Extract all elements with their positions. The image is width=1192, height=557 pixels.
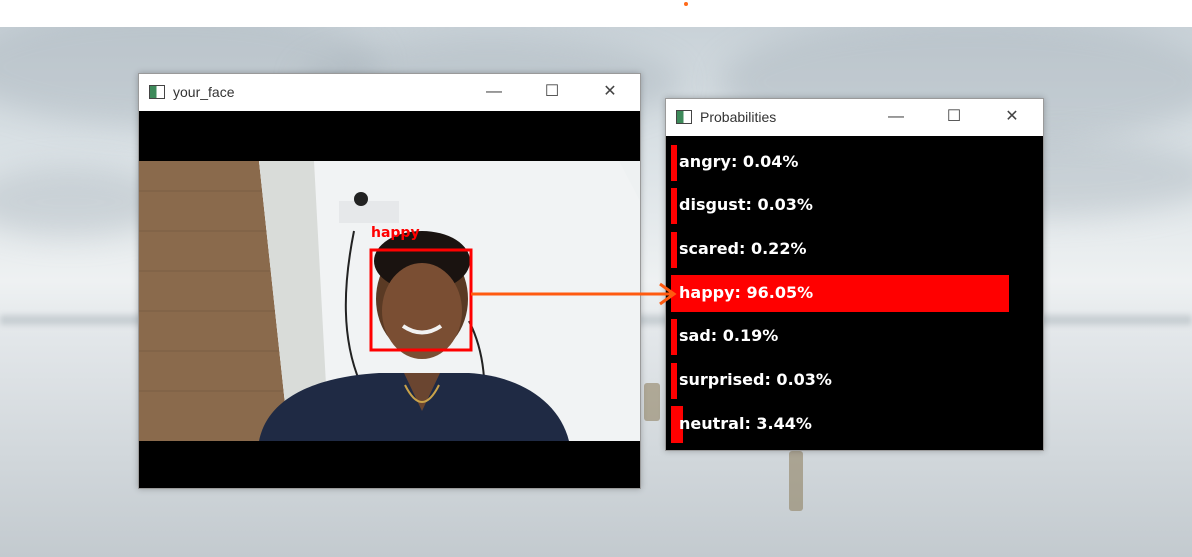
annotation-arrow <box>471 282 677 306</box>
